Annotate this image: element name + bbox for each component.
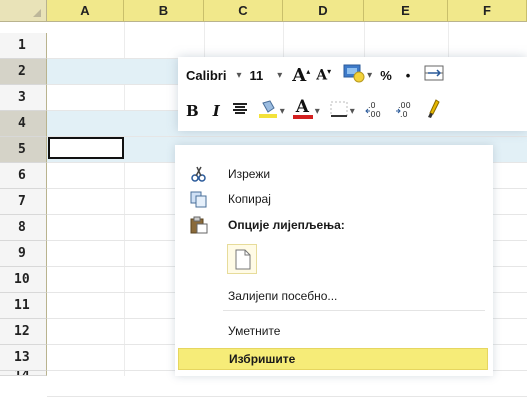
- menu-label-delete: Избришите: [229, 352, 296, 366]
- row-header-12[interactable]: 12: [0, 319, 47, 345]
- borders-button[interactable]: [330, 101, 348, 122]
- fill-color-button[interactable]: [258, 99, 278, 123]
- menu-label-copy: Копирај: [228, 192, 271, 206]
- percent-style-button[interactable]: %: [380, 68, 392, 83]
- select-all-triangle-icon: [33, 9, 41, 17]
- menu-label-paste-options: Опције лијепљења:: [228, 218, 345, 232]
- menu-separator: [223, 310, 485, 311]
- column-header-b[interactable]: B: [124, 0, 204, 22]
- currency-icon: [343, 64, 365, 82]
- row-header-14[interactable]: 14: [0, 371, 47, 376]
- font-color-bar: [292, 114, 313, 119]
- center-align-button[interactable]: [232, 102, 248, 121]
- font-size-box[interactable]: 11: [250, 68, 264, 83]
- shrink-font-button[interactable]: A▾: [316, 66, 331, 84]
- scissors-icon: [191, 166, 206, 182]
- comma-style-button[interactable]: •: [406, 68, 411, 83]
- mini-toolbar-row-2: B I ▾ A ▾ ▾ .0 .00 .00 .0: [186, 97, 441, 125]
- mini-toolbar-row-1: Calibri ▾ 11 ▾ A▴ A▾ ▾ % •: [186, 61, 444, 89]
- font-color-letter: A: [295, 96, 309, 117]
- borders-icon: [330, 101, 348, 117]
- increase-decimal-button[interactable]: .0 .00: [365, 100, 387, 123]
- row-header-9[interactable]: 9: [0, 241, 47, 267]
- currency-button[interactable]: [343, 63, 365, 88]
- row-header-8[interactable]: 8: [0, 215, 47, 241]
- svg-text:.0: .0: [368, 101, 376, 110]
- shrink-font-icon: A: [316, 67, 328, 84]
- paste-button[interactable]: [227, 244, 257, 274]
- menu-item-cut[interactable]: Изрежи: [175, 161, 493, 187]
- font-color-button[interactable]: A: [292, 96, 313, 124]
- font-size-dropdown-icon[interactable]: ▾: [277, 70, 282, 81]
- currency-dropdown-icon[interactable]: ▾: [367, 70, 372, 81]
- mini-toolbar: Calibri ▾ 11 ▾ A▴ A▾ ▾ % • B I ▾ A ▾ ▾ .…: [178, 57, 527, 131]
- font-color-icon: A: [292, 96, 313, 119]
- row-header-3[interactable]: 3: [0, 85, 47, 111]
- row-header-10[interactable]: 10: [0, 267, 47, 293]
- select-all-corner[interactable]: [0, 0, 47, 22]
- borders-dropdown-icon[interactable]: ▾: [350, 106, 355, 117]
- row-header-1[interactable]: 1: [0, 33, 47, 59]
- column-header-e[interactable]: E: [364, 0, 448, 22]
- column-header-c[interactable]: C: [204, 0, 283, 22]
- row-header-4[interactable]: 4: [0, 111, 47, 137]
- column-header-d[interactable]: D: [283, 0, 364, 22]
- fill-color-icon: [258, 99, 277, 118]
- bold-button[interactable]: B: [186, 102, 199, 120]
- row-1[interactable]: [47, 33, 527, 59]
- font-name-dropdown-icon[interactable]: ▾: [236, 70, 241, 81]
- row-header-11[interactable]: 11: [0, 293, 47, 319]
- grow-font-icon: A: [292, 64, 307, 86]
- merge-button[interactable]: [424, 64, 444, 87]
- paste-icon: [235, 249, 251, 270]
- decrease-decimal-icon: .00 .0: [395, 101, 411, 119]
- svg-text:.0: .0: [400, 110, 408, 118]
- menu-item-paste-options: Опције лијепљења:: [175, 212, 493, 238]
- row-header-5[interactable]: 5: [0, 137, 47, 163]
- row-header-6[interactable]: 6: [0, 163, 47, 189]
- format-painter-button[interactable]: [427, 98, 441, 124]
- font-color-dropdown-icon[interactable]: ▾: [315, 106, 320, 117]
- menu-item-insert[interactable]: Уметните: [175, 318, 493, 344]
- italic-button[interactable]: I: [213, 102, 220, 120]
- copy-icon: [190, 191, 207, 208]
- active-cell-a5[interactable]: [48, 137, 124, 159]
- menu-item-copy[interactable]: Копирај: [175, 186, 493, 212]
- menu-label-paste-special: Залијепи посебно...: [228, 289, 338, 303]
- row-header-13[interactable]: 13: [0, 345, 47, 371]
- menu-label-cut: Изрежи: [228, 167, 271, 181]
- fill-color-dropdown-icon[interactable]: ▾: [280, 106, 285, 117]
- row-header-7[interactable]: 7: [0, 189, 47, 215]
- clipboard-icon: [190, 216, 208, 234]
- menu-label-insert: Уметните: [228, 324, 281, 338]
- increase-decimal-icon: .0 .00: [365, 101, 381, 119]
- menu-item-paste-special[interactable]: Залијепи посебно...: [175, 283, 493, 309]
- font-name-box[interactable]: Calibri: [186, 68, 226, 83]
- format-painter-icon: [427, 98, 440, 118]
- svg-text:.00: .00: [398, 101, 411, 110]
- menu-item-delete[interactable]: Избришите: [178, 348, 488, 370]
- column-header-f[interactable]: F: [448, 0, 527, 22]
- grow-font-button[interactable]: A▴: [292, 65, 310, 86]
- center-align-icon: [232, 102, 247, 114]
- row-header-2[interactable]: 2: [0, 59, 47, 85]
- decrease-decimal-button[interactable]: .00 .0: [395, 100, 417, 123]
- column-header-a[interactable]: A: [47, 0, 124, 22]
- merge-icon: [424, 65, 444, 80]
